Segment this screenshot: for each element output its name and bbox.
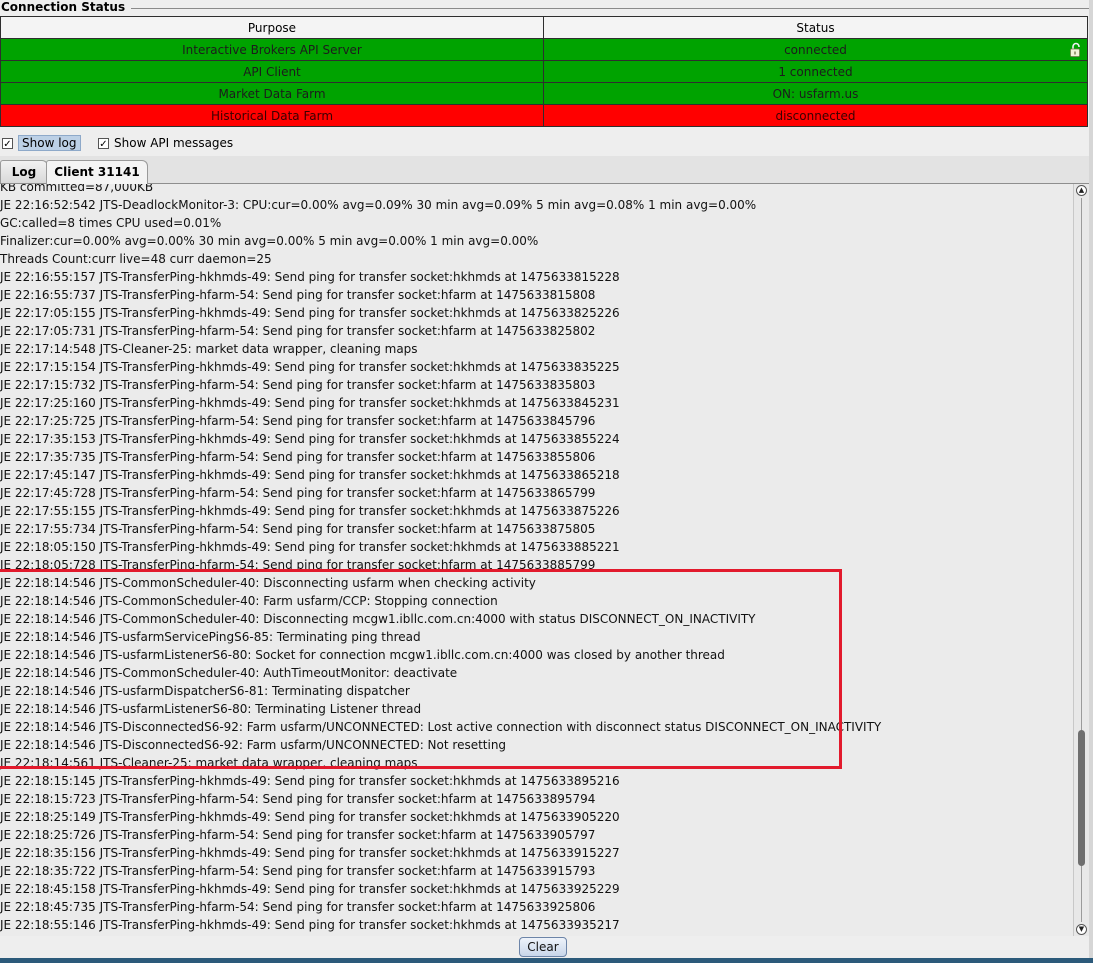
table-row[interactable]: API Client 1 connected xyxy=(0,60,1088,83)
log-line: JE 22:18:14:546 JTS-usfarmListenerS6-80:… xyxy=(0,702,422,716)
status-text: connected xyxy=(784,42,847,57)
log-line: JE 22:18:45:735 JTS-TransferPing-hfarm-5… xyxy=(0,900,596,914)
log-options: ✓ Show log ✓ Show API messages xyxy=(0,134,1093,152)
show-api-messages-checkbox[interactable]: ✓ Show API messages xyxy=(98,135,233,151)
purpose-cell: Market Data Farm xyxy=(0,82,544,105)
log-text-area[interactable]: KB committed=87,000KB JE 22:16:52:542 JTS… xyxy=(0,184,1073,936)
log-line: JE 22:17:15:732 JTS-TransferPing-hfarm-5… xyxy=(0,378,596,392)
table-header-row: Purpose Status xyxy=(0,16,1088,39)
log-line: JE 22:18:14:546 JTS-usfarmListenerS6-80:… xyxy=(0,648,725,662)
status-cell: disconnected xyxy=(543,104,1088,127)
scroll-up-icon[interactable]: ▲ xyxy=(1076,185,1087,196)
log-line: JE 22:18:55:146 JTS-TransferPing-hkhmds-… xyxy=(0,918,620,932)
show-api-messages-label: Show API messages xyxy=(114,136,234,150)
status-cell: 1 connected xyxy=(543,60,1088,83)
log-line: JE 22:17:05:731 JTS-TransferPing-hfarm-5… xyxy=(0,324,596,338)
tab-log[interactable]: Log xyxy=(0,160,48,183)
log-line: Threads Count:curr live=48 curr daemon=2… xyxy=(0,252,272,266)
status-cell: connected xyxy=(543,38,1088,61)
tab-client-31141[interactable]: Client 31141 xyxy=(46,160,148,184)
log-line: JE 22:18:15:145 JTS-TransferPing-hkhmds-… xyxy=(0,774,620,788)
unlocked-padlock-icon xyxy=(1070,42,1080,57)
log-line: JE 22:17:25:725 JTS-TransferPing-hfarm-5… xyxy=(0,414,596,428)
log-line: JE 22:17:35:735 JTS-TransferPing-hfarm-5… xyxy=(0,450,596,464)
show-log-label: Show log xyxy=(18,135,81,151)
log-line: JE 22:17:55:155 JTS-TransferPing-hkhmds-… xyxy=(0,504,620,518)
log-line: JE 22:18:14:561 JTS-Cleaner-25: market d… xyxy=(0,756,418,770)
log-line: JE 22:18:35:722 JTS-TransferPing-hfarm-5… xyxy=(0,864,596,878)
log-line: JE 22:16:55:157 JTS-TransferPing-hkhmds-… xyxy=(0,270,620,284)
log-line: JE 22:18:45:158 JTS-TransferPing-hkhmds-… xyxy=(0,882,620,896)
log-line: JE 22:18:05:728 JTS-TransferPing-hfarm-5… xyxy=(0,558,596,572)
checkbox-checked-icon: ✓ xyxy=(98,137,109,150)
scroll-down-icon[interactable]: ▼ xyxy=(1076,924,1087,935)
status-cell: ON: usfarm.us xyxy=(543,82,1088,105)
show-log-checkbox[interactable]: ✓ Show log xyxy=(2,135,81,151)
log-line: Finalizer:cur=0.00% avg=0.00% 30 min avg… xyxy=(0,234,539,248)
log-line: JE 22:18:15:723 JTS-TransferPing-hfarm-5… xyxy=(0,792,596,806)
purpose-cell: Interactive Brokers API Server xyxy=(0,38,544,61)
log-line: KB committed=87,000KB xyxy=(0,184,154,194)
table-row[interactable]: Interactive Brokers API Server connected xyxy=(0,38,1088,61)
log-line: JE 22:17:45:147 JTS-TransferPing-hkhmds-… xyxy=(0,468,620,482)
purpose-cell: Historical Data Farm xyxy=(0,104,544,127)
log-line: JE 22:18:35:156 JTS-TransferPing-hkhmds-… xyxy=(0,846,620,860)
connection-status-table: Purpose Status Interactive Brokers API S… xyxy=(0,16,1088,127)
log-tabs: Log Client 31141 xyxy=(0,156,1093,184)
log-line: JE 22:16:55:737 JTS-TransferPing-hfarm-5… xyxy=(0,288,596,302)
log-line: JE 22:17:55:734 JTS-TransferPing-hfarm-5… xyxy=(0,522,596,536)
log-line: JE 22:18:14:546 JTS-DisconnectedS6-92: F… xyxy=(0,720,882,734)
section-title: Connection Status xyxy=(1,0,132,14)
log-line: JE 22:18:14:546 JTS-CommonScheduler-40: … xyxy=(0,594,498,608)
log-line: JE 22:17:05:155 JTS-TransferPing-hkhmds-… xyxy=(0,306,620,320)
clear-button[interactable]: Clear xyxy=(519,937,567,957)
column-header-purpose[interactable]: Purpose xyxy=(0,16,544,39)
section-divider xyxy=(100,8,1089,9)
log-scrollbar[interactable]: ▲ ▼ xyxy=(1073,184,1090,936)
log-line: JE 22:18:14:546 JTS-usfarmServicePingS6-… xyxy=(0,630,421,644)
log-line: JE 22:16:52:542 JTS-DeadlockMonitor-3: C… xyxy=(0,198,757,212)
table-row[interactable]: Historical Data Farm disconnected xyxy=(0,104,1088,127)
connection-status-header: Connection Status xyxy=(0,0,1093,16)
window-edge xyxy=(1089,0,1093,963)
purpose-cell: API Client xyxy=(0,60,544,83)
log-line: JE 22:17:45:728 JTS-TransferPing-hfarm-5… xyxy=(0,486,596,500)
log-line: JE 22:18:05:150 JTS-TransferPing-hkhmds-… xyxy=(0,540,620,554)
log-line: JE 22:17:14:548 JTS-Cleaner-25: market d… xyxy=(0,342,418,356)
log-line: JE 22:17:25:160 JTS-TransferPing-hkhmds-… xyxy=(0,396,620,410)
log-line: JE 22:18:14:546 JTS-usfarmDispatcherS6-8… xyxy=(0,684,410,698)
log-line: JE 22:18:14:546 JTS-DisconnectedS6-92: F… xyxy=(0,738,507,752)
checkbox-checked-icon: ✓ xyxy=(2,137,13,150)
log-line: JE 22:17:35:153 JTS-TransferPing-hkhmds-… xyxy=(0,432,620,446)
table-row[interactable]: Market Data Farm ON: usfarm.us xyxy=(0,82,1088,105)
log-line: GC:called=8 times CPU used=0.01% xyxy=(0,216,222,230)
scroll-thumb[interactable] xyxy=(1078,730,1085,866)
log-line: JE 22:18:25:149 JTS-TransferPing-hkhmds-… xyxy=(0,810,620,824)
column-header-status[interactable]: Status xyxy=(543,16,1088,39)
window-bottom-border xyxy=(0,958,1093,963)
log-line: JE 22:17:15:154 JTS-TransferPing-hkhmds-… xyxy=(0,360,620,374)
log-line: JE 22:18:25:726 JTS-TransferPing-hfarm-5… xyxy=(0,828,596,842)
log-line: JE 22:18:14:546 JTS-CommonScheduler-40: … xyxy=(0,666,458,680)
log-line: JE 22:18:14:546 JTS-CommonScheduler-40: … xyxy=(0,612,756,626)
log-line: JE 22:18:14:546 JTS-CommonScheduler-40: … xyxy=(0,576,536,590)
